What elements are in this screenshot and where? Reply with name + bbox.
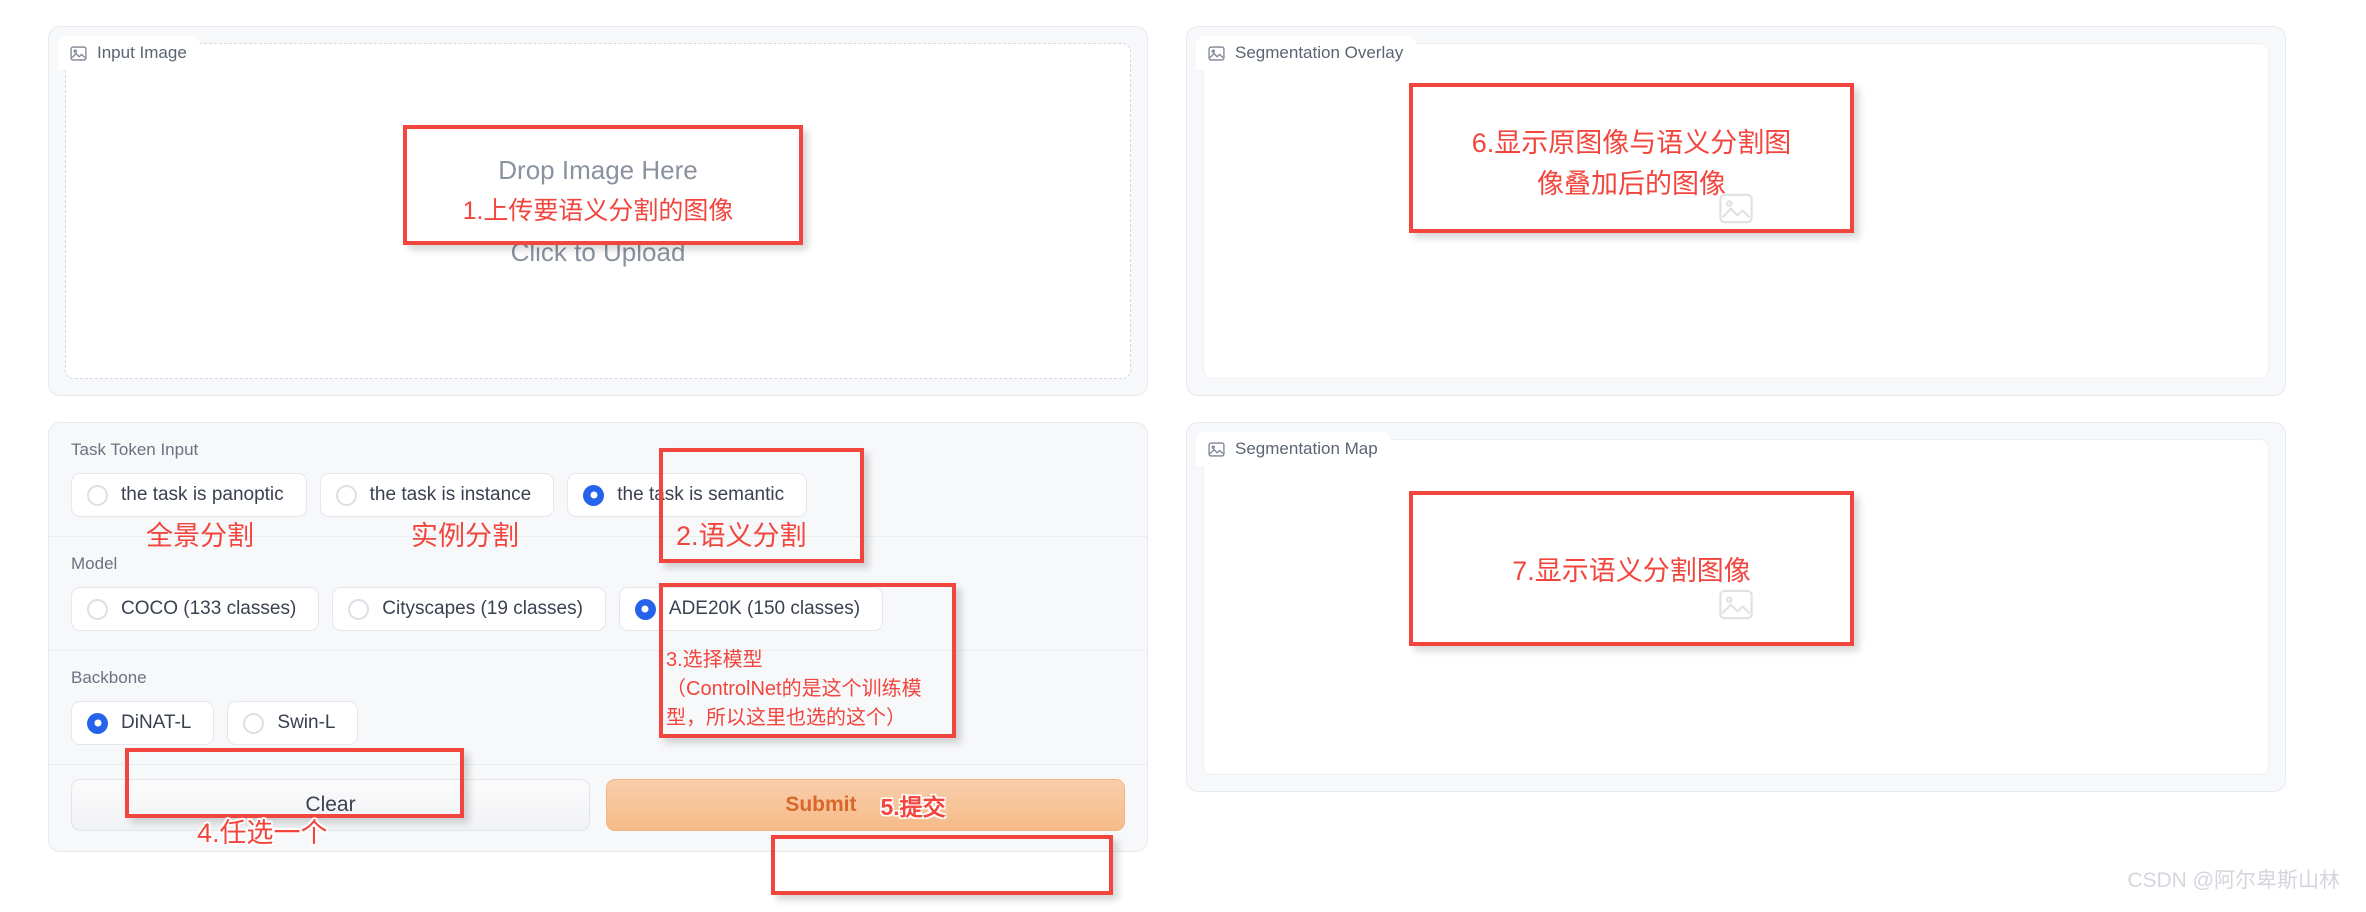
submit-button-label: Submit xyxy=(785,793,857,816)
drop-line-2: Click to Upload xyxy=(510,237,686,268)
task-token-group: Task Token Input the task is panoptic th… xyxy=(49,423,1147,537)
backbone-group: Backbone DiNAT-L Swin-L xyxy=(49,651,1147,765)
submit-button[interactable]: Submit 5.提交 xyxy=(606,779,1125,831)
radio-label-coco: COCO (133 classes) xyxy=(121,598,297,619)
image-placeholder-icon xyxy=(1716,189,1756,234)
segmentation-overlay-panel: Segmentation Overlay 6.显示原图像与语义分割图 像叠加后的… xyxy=(1186,26,2286,396)
radio-label-instance: the task is instance xyxy=(369,484,532,505)
radio-dot-semantic[interactable] xyxy=(583,484,605,506)
radio-dot-cityscapes[interactable] xyxy=(348,598,370,620)
input-image-panel: Input Image Drop Image Here 1.上传要语义分割的图像… xyxy=(48,26,1148,396)
app-root: Input Image Drop Image Here 1.上传要语义分割的图像… xyxy=(0,0,2366,912)
radio-label-swin: Swin-L xyxy=(277,712,336,733)
image-icon xyxy=(1207,440,1226,459)
segmentation-map-panel: Segmentation Map 7.显示语义分割图像 xyxy=(1186,422,2286,792)
radio-task-instance[interactable]: the task is instance xyxy=(319,473,555,517)
radio-model-cityscapes[interactable]: Cityscapes (19 classes) xyxy=(332,587,606,631)
radio-model-ade20k[interactable]: ADE20K (150 classes) xyxy=(618,587,884,631)
radio-backbone-swin[interactable]: Swin-L xyxy=(227,701,359,745)
segmentation-map-chip: Segmentation Map xyxy=(1196,432,1391,466)
segmentation-map-body xyxy=(1203,439,2269,775)
left-column: Input Image Drop Image Here 1.上传要语义分割的图像… xyxy=(48,26,1148,912)
radio-label-ade20k: ADE20K (150 classes) xyxy=(668,598,861,619)
segmentation-map-chip-label: Segmentation Map xyxy=(1235,439,1378,458)
submit-annotation: 5.提交 xyxy=(880,794,946,820)
input-image-chip-label: Input Image xyxy=(97,43,187,62)
radio-backbone-dinat[interactable]: DiNAT-L xyxy=(71,701,215,745)
radio-dot-dinat[interactable] xyxy=(87,712,108,734)
dropzone-text: Drop Image Here 1.上传要语义分割的图像 Click to Up… xyxy=(463,149,734,274)
clear-button-label: Clear xyxy=(305,793,356,816)
image-icon xyxy=(69,44,88,63)
model-group: Model COCO (133 classes) Cityscapes (19 … xyxy=(49,537,1147,651)
right-column: Segmentation Overlay 6.显示原图像与语义分割图 像叠加后的… xyxy=(1186,26,2286,912)
drop-annotation-1: 1.上传要语义分割的图像 xyxy=(462,196,734,225)
radio-label-panoptic: the task is panoptic xyxy=(121,484,284,505)
segmentation-overlay-chip-label: Segmentation Overlay xyxy=(1235,43,1404,62)
model-radio-row: COCO (133 classes) Cityscapes (19 classe… xyxy=(71,587,1125,631)
image-dropzone[interactable]: Drop Image Here 1.上传要语义分割的图像 Click to Up… xyxy=(65,43,1131,379)
radio-task-semantic[interactable]: the task is semantic xyxy=(567,473,808,517)
segmentation-overlay-body xyxy=(1203,43,2269,379)
radio-task-panoptic[interactable]: the task is panoptic xyxy=(71,473,307,517)
backbone-label: Backbone xyxy=(71,668,147,687)
backbone-radio-row: DiNAT-L Swin-L xyxy=(71,701,1125,745)
image-placeholder-icon xyxy=(1716,585,1756,630)
radio-model-coco[interactable]: COCO (133 classes) xyxy=(71,587,320,631)
radio-label-cityscapes: Cityscapes (19 classes) xyxy=(382,598,583,619)
task-token-label: Task Token Input xyxy=(71,440,199,459)
clear-button[interactable]: Clear xyxy=(71,779,590,831)
radio-dot-swin[interactable] xyxy=(243,712,265,734)
task-token-radio-row: the task is panoptic the task is instanc… xyxy=(71,473,1125,517)
radio-label-semantic: the task is semantic xyxy=(617,484,785,505)
model-label: Model xyxy=(71,554,118,573)
input-image-chip: Input Image xyxy=(58,36,200,70)
radio-dot-panoptic[interactable] xyxy=(87,484,108,506)
radio-label-dinat: DiNAT-L xyxy=(121,712,192,733)
options-panel: Task Token Input the task is panoptic th… xyxy=(48,422,1148,895)
radio-dot-ade20k[interactable] xyxy=(634,598,656,620)
drop-line-1: Drop Image Here xyxy=(498,154,698,185)
image-icon xyxy=(1207,44,1226,63)
radio-dot-instance[interactable] xyxy=(335,484,357,506)
segmentation-overlay-chip: Segmentation Overlay xyxy=(1196,36,1417,70)
watermark: CSDN @阿尔卑斯山林 xyxy=(2127,869,2340,892)
radio-dot-coco[interactable] xyxy=(87,598,108,620)
action-row: Clear Submit 5.提交 xyxy=(49,765,1147,851)
